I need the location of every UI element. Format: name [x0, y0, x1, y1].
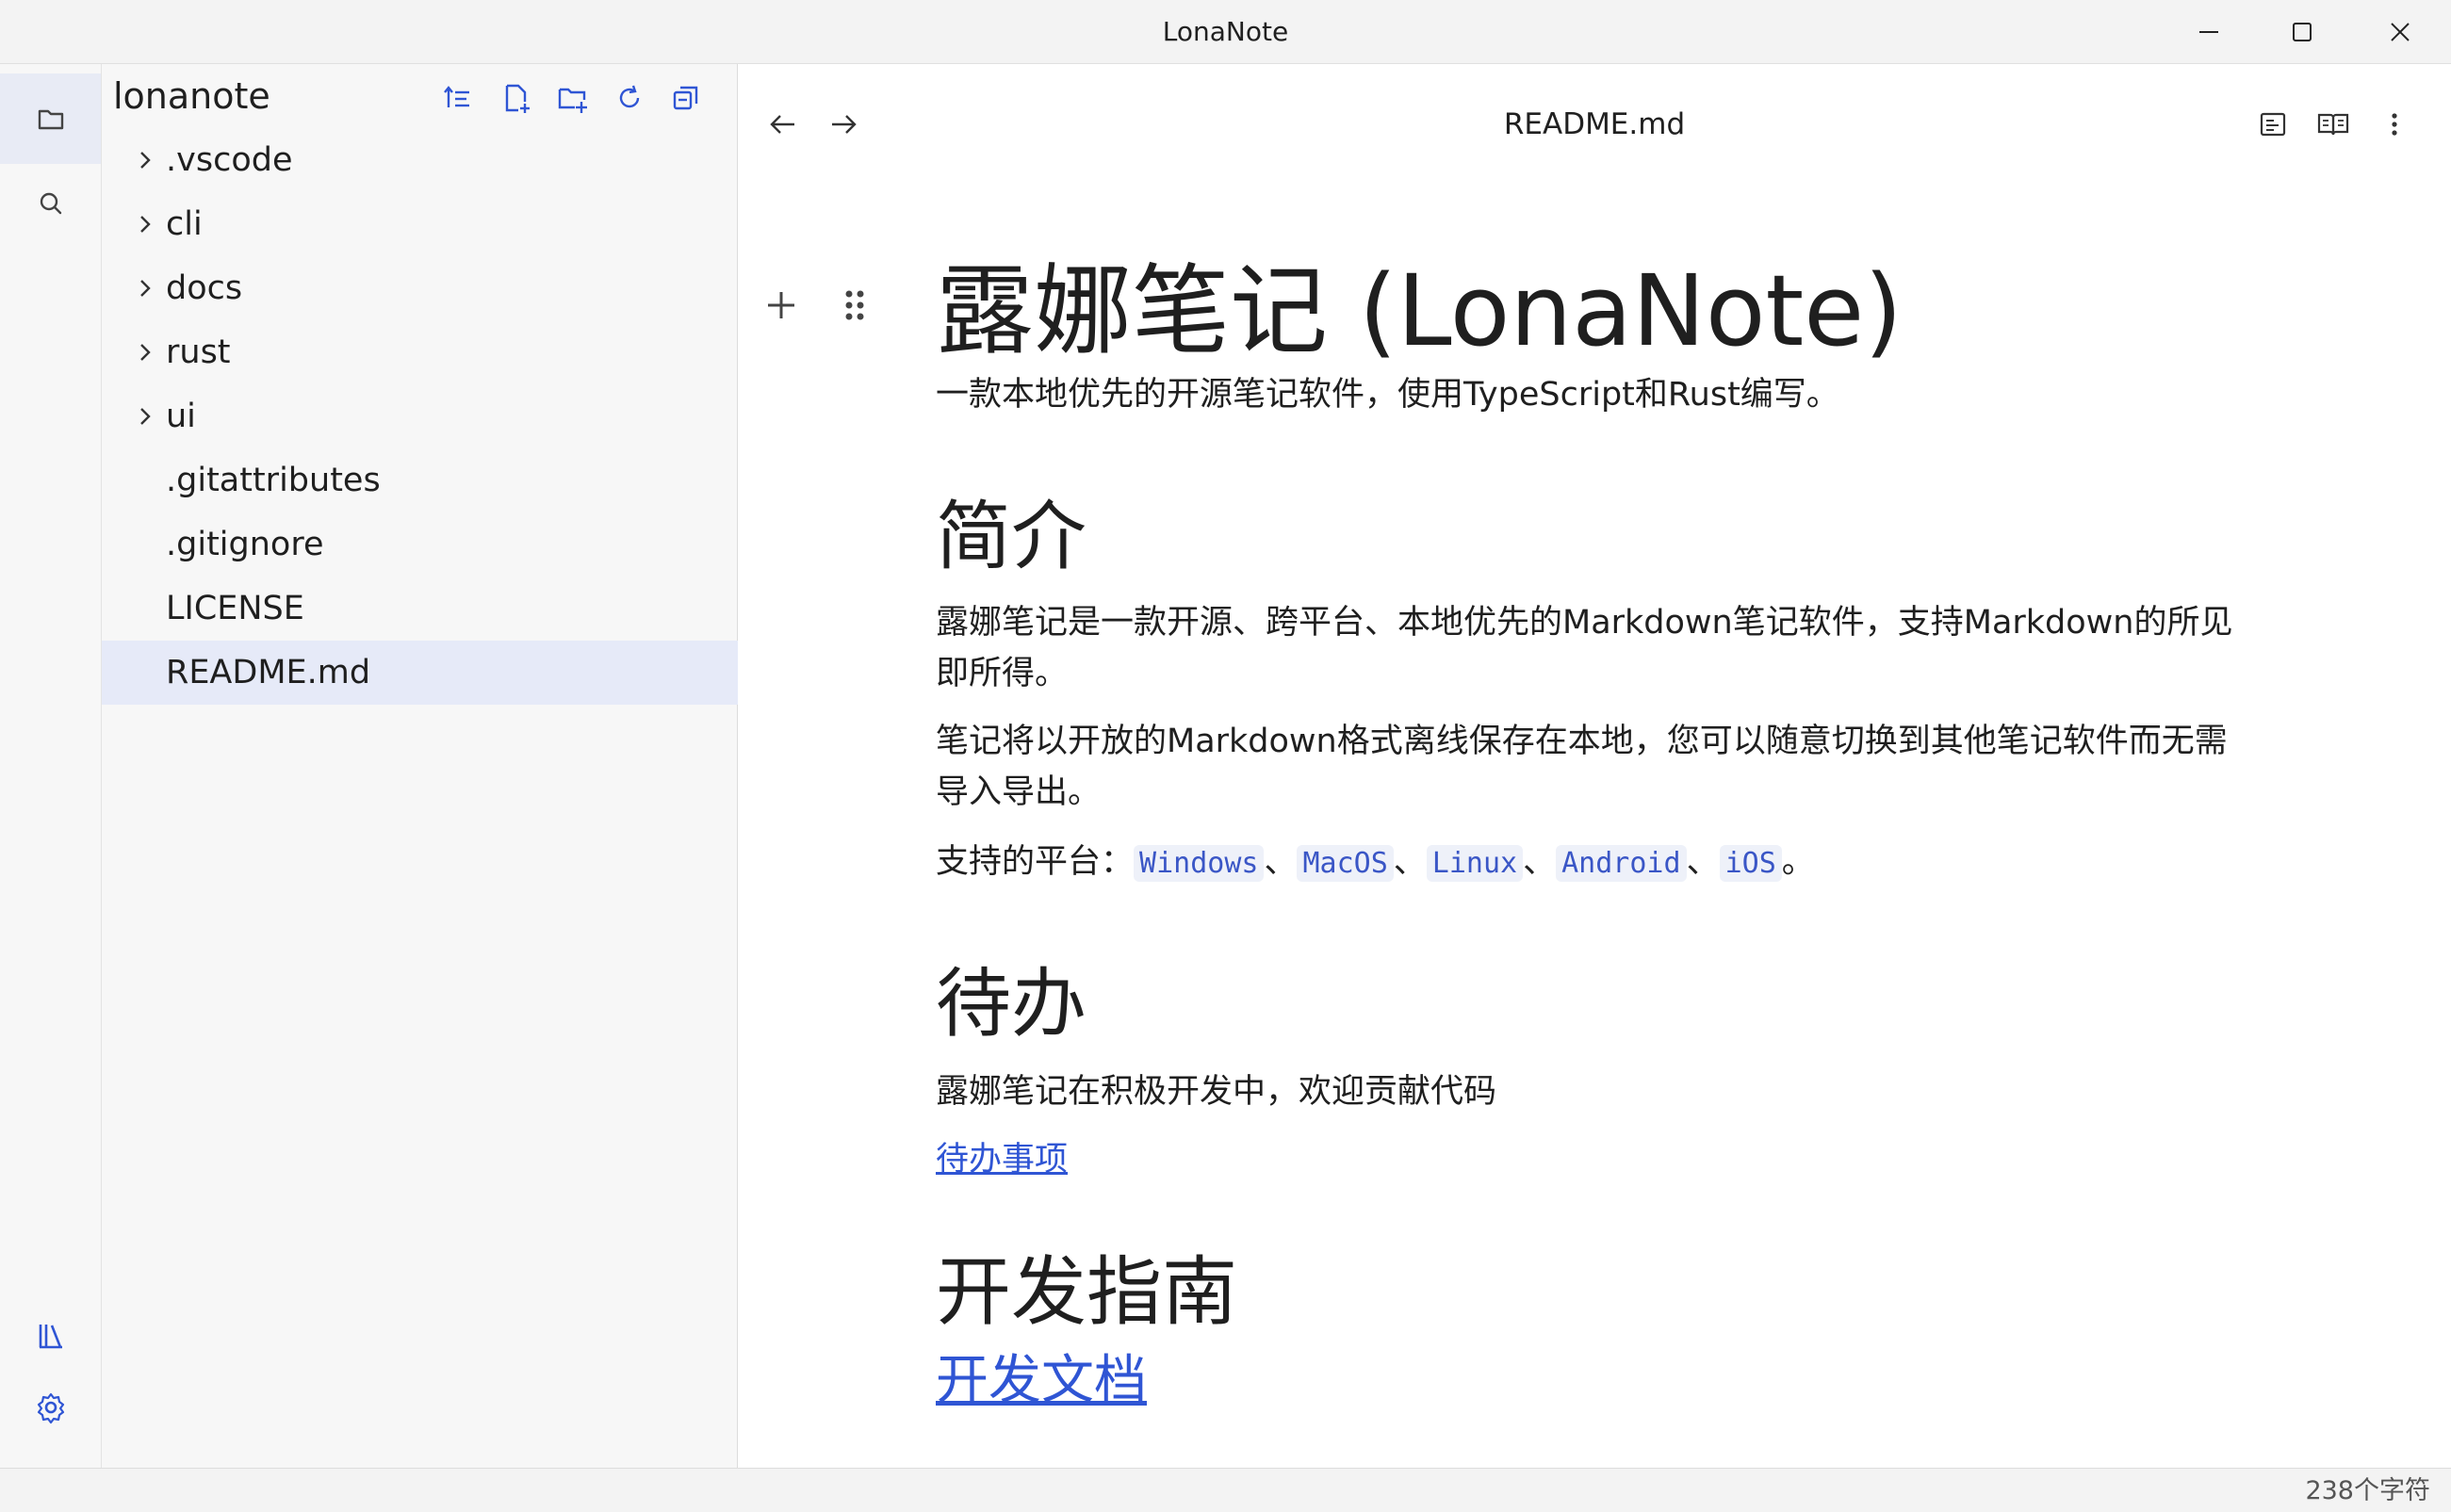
char-count: 238个字符: [2305, 1476, 2430, 1505]
todo-paragraph: 露娜笔记在积极开发中，欢迎贡献代码: [936, 1073, 1497, 1111]
title-bar: LonaNote: [0, 0, 2451, 64]
tree-item-readme[interactable]: README.md: [102, 641, 738, 705]
doc-subtitle: 一款本地优先的开源笔记软件，使用TypeScript和Rust编写。: [936, 376, 1839, 414]
gear-icon: [37, 1392, 64, 1424]
open-book-icon: [2317, 113, 2349, 136]
doc-heading-1: 露娜笔记 (LonaNote): [936, 253, 1903, 368]
platforms-line: 支持的平台： Windows、 MacOS、 Linux、 Android、 iOS。: [936, 837, 2255, 889]
file-tree: .vscode cli docs rust ui .gitattributes …: [102, 128, 738, 705]
heading-dev: 开发指南: [936, 1248, 1237, 1336]
tree-item-docs[interactable]: docs: [102, 256, 738, 320]
new-folder-icon: [558, 88, 587, 113]
platform-code: Windows: [1134, 845, 1265, 882]
tree-item-label: cli: [166, 205, 203, 243]
intro-paragraph-2: 笔记将以开放的Markdown格式离线保存在本地，您可以随意切换到其他笔记软件而…: [936, 723, 2228, 811]
separator: 、: [1686, 843, 1720, 881]
collapse-all-icon: [673, 86, 698, 110]
separator: 、: [1523, 843, 1557, 881]
more-vertical-icon: [2392, 113, 2397, 136]
tree-item-label: docs: [166, 269, 243, 307]
platform-code: Linux: [1426, 845, 1524, 882]
collapse-all-button[interactable]: [665, 77, 707, 119]
todo-link[interactable]: 待办事项: [936, 1141, 1068, 1179]
more-options-button[interactable]: [2368, 98, 2421, 151]
settings-button[interactable]: [0, 1362, 101, 1453]
heading-todo: 待办: [936, 960, 1087, 1048]
folder-icon: [38, 109, 63, 130]
tree-item-label: .gitignore: [166, 526, 324, 563]
chevron-right-icon: [140, 344, 151, 361]
workspace-name: lonanote: [113, 75, 270, 117]
markdown-content[interactable]: 露娜笔记 (LonaNote) 一款本地优先的开源笔记软件，使用TypeScri…: [936, 64, 2255, 1468]
todo-link-line: 待办事项: [936, 1134, 2255, 1185]
search-icon: [40, 192, 61, 215]
separator: 、: [1393, 843, 1427, 881]
platform-code: iOS: [1719, 845, 1782, 882]
explorer-header: lonanote: [102, 64, 738, 128]
status-bar: 238个字符: [0, 1468, 2451, 1512]
tree-item-label: .gitattributes: [166, 462, 381, 499]
drag-handle[interactable]: [832, 283, 877, 328]
platform-code: MacOS: [1297, 845, 1394, 882]
chevron-right-icon: [140, 216, 151, 233]
new-file-button[interactable]: [496, 77, 537, 119]
dev-docs-link[interactable]: 开发文档: [936, 1345, 1147, 1417]
drag-handle-icon: [845, 290, 864, 320]
tree-item-gitattributes[interactable]: .gitattributes: [102, 448, 738, 512]
tree-item-label: rust: [166, 333, 231, 371]
maximize-icon: [2293, 23, 2312, 41]
maximize-button[interactable]: [2255, 0, 2349, 64]
tree-item-rust[interactable]: rust: [102, 320, 738, 384]
tree-item-label: ui: [166, 398, 196, 435]
tree-item-license[interactable]: LICENSE: [102, 577, 738, 641]
separator: 、: [1264, 843, 1298, 881]
refresh-button[interactable]: [609, 77, 650, 119]
new-file-icon: [505, 84, 530, 113]
new-folder-button[interactable]: [552, 77, 594, 119]
window-title: LonaNote: [1162, 16, 1289, 47]
minimize-icon: [2199, 31, 2218, 33]
tree-item-label: README.md: [166, 654, 371, 691]
file-explorer: lonanote .vscode cli docs rust ui .gitat…: [102, 64, 738, 1468]
source-mode-icon: [2260, 112, 2286, 137]
intro-paragraph-1: 露娜笔记是一款开源、跨平台、本地优先的Markdown笔记软件，支持Markdo…: [936, 604, 2233, 692]
reading-mode-button[interactable]: [2307, 98, 2360, 151]
tree-item-cli[interactable]: cli: [102, 192, 738, 256]
heading-intro: 简介: [936, 493, 1087, 580]
close-button[interactable]: [2353, 0, 2447, 64]
minimize-button[interactable]: [2162, 0, 2256, 64]
refresh-icon: [619, 85, 640, 108]
platforms-label: 支持的平台：: [936, 843, 1135, 881]
chevron-right-icon: [140, 408, 151, 425]
editor-pane: README.md 露娜笔记 (LonaNote) 一款本地优先的开源笔记软件，…: [738, 64, 2451, 1468]
add-block-button[interactable]: [759, 283, 804, 328]
tree-item-label: LICENSE: [166, 590, 304, 627]
sentence-end: 。: [1781, 843, 1815, 881]
tree-item-gitignore[interactable]: .gitignore: [102, 512, 738, 577]
tree-item-label: .vscode: [166, 141, 293, 179]
sort-button[interactable]: [437, 77, 479, 119]
sort-icon: [444, 86, 469, 107]
platform-code: Android: [1556, 845, 1687, 882]
tree-item-ui[interactable]: ui: [102, 384, 738, 448]
tree-item-vscode[interactable]: .vscode: [102, 128, 738, 192]
activity-bar: [0, 64, 102, 1468]
chevron-right-icon: [140, 280, 151, 297]
chevron-right-icon: [140, 152, 151, 169]
search-button[interactable]: [0, 158, 101, 249]
plus-icon: [768, 292, 794, 318]
close-icon: [2391, 23, 2410, 41]
library-icon: [39, 1325, 62, 1349]
explorer-button[interactable]: [0, 73, 101, 164]
